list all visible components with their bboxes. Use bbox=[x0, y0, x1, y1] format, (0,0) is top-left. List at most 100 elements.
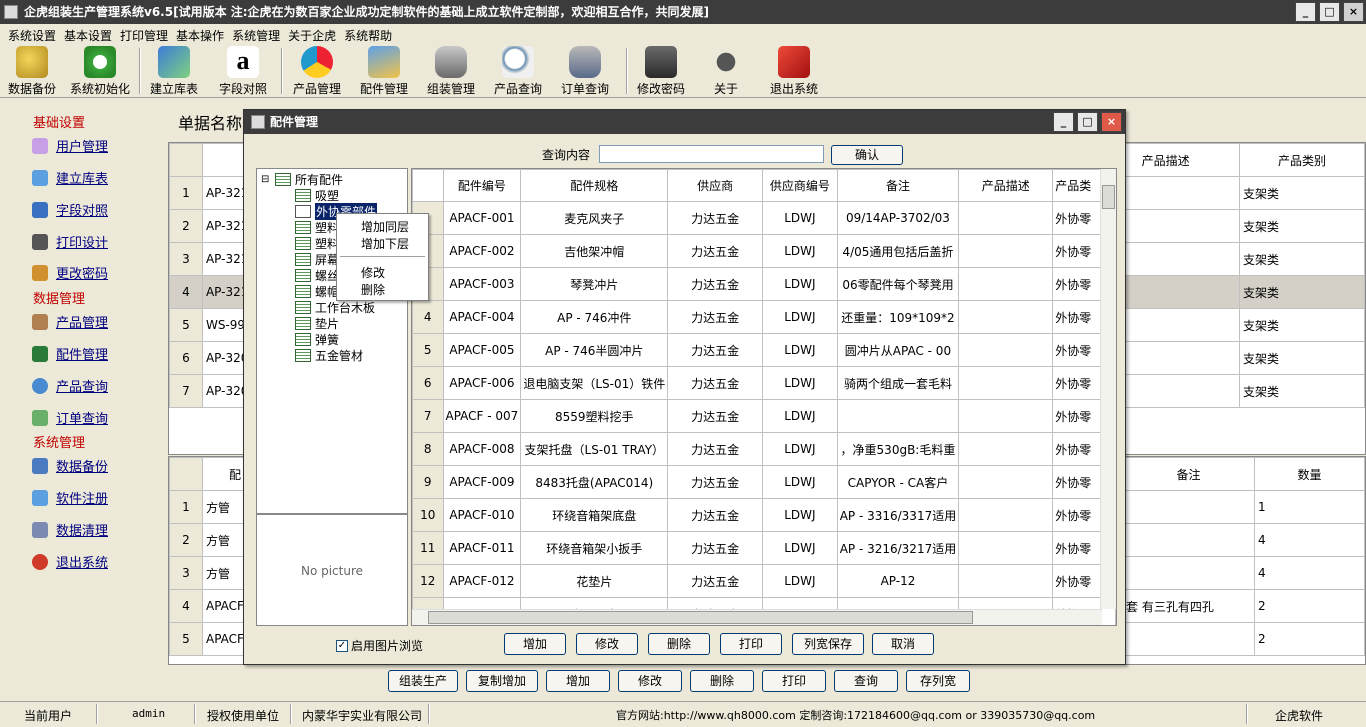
col-header-cat[interactable]: 产品类别 bbox=[1239, 143, 1365, 177]
nav-item-products[interactable]: 产品管理 bbox=[32, 312, 108, 331]
col-header-desc[interactable]: 产品描述 bbox=[958, 169, 1054, 202]
col-header-supplier[interactable]: 供应商 bbox=[667, 169, 764, 202]
col-header-supplier-no[interactable]: 供应商编号 bbox=[762, 169, 838, 202]
copy-add-button[interactable]: 复制增加 bbox=[466, 670, 538, 692]
parts-grid[interactable]: 配件编号 配件规格 供应商 供应商编号 备注 产品描述 产品类 APACF-00… bbox=[411, 168, 1117, 626]
nav-item-parts[interactable]: 配件管理 bbox=[32, 344, 108, 363]
dialog-close-button[interactable]: × bbox=[1101, 112, 1122, 132]
nav-item-print-design[interactable]: 打印设计 bbox=[32, 232, 108, 251]
edit-button[interactable]: 修改 bbox=[618, 670, 682, 692]
nav-item-data-backup[interactable]: 数据备份 bbox=[32, 456, 108, 475]
menu-system-settings[interactable]: 系统设置 bbox=[4, 24, 60, 44]
scroll-thumb[interactable] bbox=[428, 611, 973, 624]
nav-item-data-clean[interactable]: 数据清理 bbox=[32, 520, 108, 539]
table-row[interactable]: 12 APACF-012 花垫片 力达五金 LDWJ AP-12 外协零 bbox=[412, 564, 1116, 598]
add-button[interactable]: 增加 bbox=[546, 670, 610, 692]
delete-button[interactable]: 删除 bbox=[690, 670, 754, 692]
tree-node[interactable]: 屏幕 bbox=[295, 251, 339, 268]
table-row[interactable]: APACF-001 麦克风夹子 力达五金 LDWJ 09/14AP-3702/03 外协零 bbox=[412, 201, 1116, 235]
toolbar-create-table[interactable]: 建立库表 bbox=[150, 46, 198, 97]
col-header-spec[interactable]: 配件规格 bbox=[520, 169, 669, 202]
tree-node[interactable]: 垫片 bbox=[295, 315, 339, 332]
dialog-cancel-button[interactable]: 取消 bbox=[872, 633, 934, 655]
toolbar-field-mapping[interactable]: a 字段对照 bbox=[219, 46, 267, 97]
toolbar-order-query[interactable]: 订单查询 bbox=[561, 46, 609, 97]
toolbar-parts-management[interactable]: 配件管理 bbox=[360, 46, 408, 97]
nav-item-order-query[interactable]: 订单查询 bbox=[32, 408, 108, 427]
table-row[interactable]: APACF-002 吉他架冲帽 力达五金 LDWJ 4/05通用包括后盖折 外协零 bbox=[412, 234, 1116, 268]
table-row[interactable]: 11 APACF-011 环绕音箱架小扳手 力达五金 LDWJ AP - 3216/321… bbox=[412, 531, 1116, 565]
tree-node[interactable]: 塑料 bbox=[295, 219, 339, 236]
nav-item-field-mapping[interactable]: 字段对照 bbox=[32, 200, 108, 219]
dialog-print-button[interactable]: 打印 bbox=[720, 633, 782, 655]
table-row[interactable]: 10 APACF-010 环绕音箱架底盘 力达五金 LDWJ AP - 3316/3317… bbox=[412, 498, 1116, 532]
table-row[interactable]: 6 APACF-006 退电脑支架（LS-01）铁件 力达五金 LDWJ 骑两个组成一套毛… bbox=[412, 366, 1116, 400]
table-row[interactable]: 4 APACF-004 AP - 746冲件 力达五金 LDWJ 还重量：109*109*… bbox=[412, 300, 1116, 334]
col-header-part-code[interactable]: 配件编号 bbox=[442, 169, 522, 202]
dialog-minimize-button[interactable]: _ bbox=[1053, 112, 1074, 132]
tree-node[interactable]: 螺丝 bbox=[295, 267, 339, 284]
dialog-save-column-width-button[interactable]: 列宽保存 bbox=[792, 633, 864, 655]
toolbar-about[interactable]: 关于 bbox=[710, 46, 742, 97]
menu-basic-settings[interactable]: 基本设置 bbox=[60, 24, 116, 44]
close-button[interactable]: × bbox=[1343, 2, 1364, 22]
menu-item-edit[interactable]: 修改 bbox=[361, 264, 385, 281]
table-row[interactable]: 7 APACF - 007 8559塑料挖手 力达五金 LDWJ 外协零 bbox=[412, 399, 1116, 433]
vertical-scrollbar[interactable] bbox=[1100, 169, 1116, 609]
menu-item-add-child[interactable]: 增加下层 bbox=[361, 235, 409, 252]
table-row[interactable]: 5 APACF-005 AP - 746半圆冲片 力达五金 LDWJ 圆冲片从APAC -… bbox=[412, 333, 1116, 367]
table-row[interactable]: APACF-003 琴凳冲片 力达五金 LDWJ 06零配件每个琴凳用 外协零 bbox=[412, 267, 1116, 301]
toolbar-system-init[interactable]: 系统初始化 bbox=[70, 46, 130, 97]
toolbar-exit[interactable]: 退出系统 bbox=[770, 46, 818, 97]
confirm-button[interactable]: 确认 bbox=[831, 145, 903, 165]
toolbar-assembly-management[interactable]: 组装管理 bbox=[427, 46, 475, 97]
dialog-add-button[interactable]: 增加 bbox=[504, 633, 566, 655]
menu-item-add-sibling[interactable]: 增加同层 bbox=[361, 218, 409, 235]
menu-about[interactable]: 关于企虎 bbox=[284, 24, 340, 44]
nav-item-product-query[interactable]: 产品查询 bbox=[32, 376, 108, 395]
query-input[interactable] bbox=[599, 145, 824, 163]
toolbar-product-management[interactable]: 产品管理 bbox=[293, 46, 341, 97]
menu-help[interactable]: 系统帮助 bbox=[340, 24, 396, 44]
horizontal-scrollbar[interactable] bbox=[412, 609, 1102, 625]
dialog-maximize-button[interactable]: □ bbox=[1077, 112, 1098, 132]
key-icon bbox=[32, 264, 48, 281]
save-column-width-button[interactable]: 存列宽 bbox=[906, 670, 970, 692]
col-header-note[interactable]: 备注 bbox=[836, 169, 960, 202]
minimize-button[interactable]: _ bbox=[1295, 2, 1316, 22]
tree-node[interactable]: 工作台木板 bbox=[295, 299, 375, 316]
database-backup-icon bbox=[16, 46, 48, 78]
menu-item-delete[interactable]: 删除 bbox=[361, 281, 385, 298]
tree-node[interactable]: 弹簧 bbox=[295, 331, 339, 348]
nav-item-software-register[interactable]: 软件注册 bbox=[32, 488, 108, 507]
dialog-edit-button[interactable]: 修改 bbox=[576, 633, 638, 655]
menu-system-management[interactable]: 系统管理 bbox=[228, 24, 284, 44]
table-row[interactable]: 9 APACF-009 8483托盘(APAC014) 力达五金 LDWJ CAPYOR … bbox=[412, 465, 1116, 499]
toolbar-data-backup[interactable]: 数据备份 bbox=[8, 46, 56, 97]
maximize-button[interactable]: □ bbox=[1319, 2, 1340, 22]
nav-item-create-table[interactable]: 建立库表 bbox=[32, 168, 108, 187]
tree-node[interactable]: 五金管材 bbox=[295, 347, 363, 364]
assemble-button[interactable]: 组装生产 bbox=[388, 670, 458, 692]
tree-node-root[interactable]: ⊟ 所有配件 bbox=[261, 171, 343, 188]
edit-table-icon bbox=[158, 46, 190, 78]
menu-basic-operations[interactable]: 基本操作 bbox=[172, 24, 228, 44]
toolbar-change-password[interactable]: 修改密码 bbox=[637, 46, 685, 97]
tree-node[interactable]: 螺帽 bbox=[295, 283, 339, 300]
menu-print-management[interactable]: 打印管理 bbox=[116, 24, 172, 44]
tree-node[interactable]: 塑料 bbox=[295, 235, 339, 252]
nav-item-users[interactable]: 用户管理 bbox=[32, 136, 108, 155]
nav-item-exit[interactable]: 退出系统 bbox=[32, 552, 108, 571]
scroll-thumb[interactable] bbox=[1102, 185, 1115, 209]
enable-picture-label: 启用图片浏览 bbox=[351, 639, 424, 653]
enable-picture-checkbox[interactable]: ✓ 启用图片浏览 bbox=[336, 637, 423, 654]
nav-item-change-password[interactable]: 更改密码 bbox=[32, 263, 108, 282]
tree-node[interactable]: 吸塑 bbox=[295, 187, 339, 204]
dialog-delete-button[interactable]: 删除 bbox=[648, 633, 710, 655]
query-button[interactable]: 查询 bbox=[834, 670, 898, 692]
col-header-note[interactable]: 备注 bbox=[1122, 457, 1255, 491]
print-button[interactable]: 打印 bbox=[762, 670, 826, 692]
col-header-qty[interactable]: 数量 bbox=[1254, 457, 1365, 491]
table-row[interactable]: 8 APACF-008 支架托盘（LS-01 TRAY） 力达五金 LDWJ ，净重530… bbox=[412, 432, 1116, 466]
toolbar-product-query[interactable]: 产品查询 bbox=[494, 46, 542, 97]
